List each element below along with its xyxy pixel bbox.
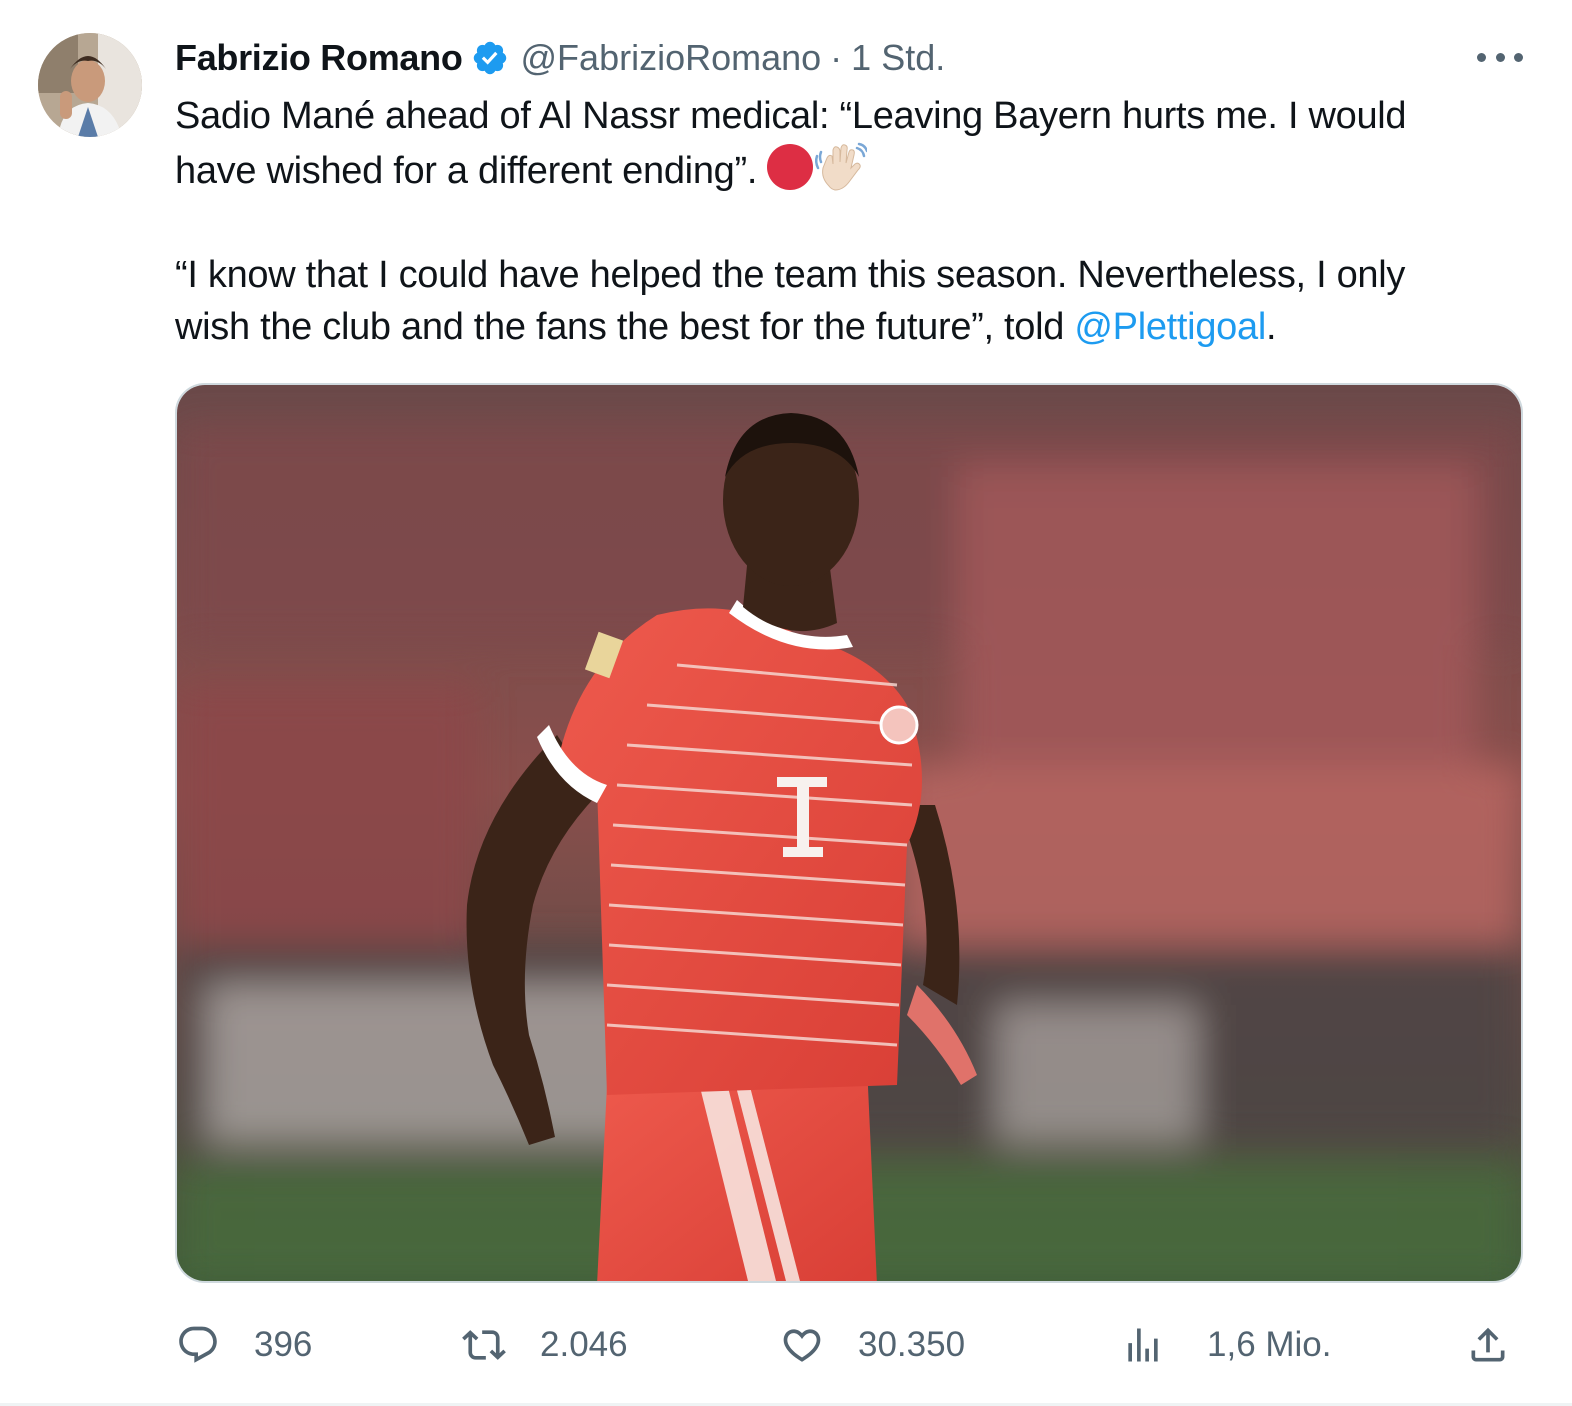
more-icon[interactable]	[1477, 40, 1523, 74]
tweet-line-4-end: .	[1265, 306, 1277, 348]
red-circle-emoji-icon	[767, 144, 814, 190]
retweet-count: 2.046	[540, 1325, 628, 1364]
tweet-card[interactable]: Fabrizio Romano @FabrizioRomano · 1 Std.…	[0, 0, 1572, 1406]
tweet-line-2: have wished for a different ending”.	[175, 142, 1535, 197]
tweet-text: Sadio Mané ahead of Al Nassr medical: “L…	[175, 90, 1535, 353]
tweet-line-4: wish the club and the fans the best for …	[175, 301, 1535, 353]
tweet-header: Fabrizio Romano @FabrizioRomano · 1 Std.	[175, 36, 945, 80]
player-photo	[177, 385, 1521, 1281]
waving-hand-emoji-icon	[815, 142, 868, 191]
like-count: 30.350	[858, 1325, 966, 1364]
mention-link[interactable]: @Plettigoal	[1074, 306, 1266, 348]
reply-icon	[179, 1326, 217, 1363]
tweet-photo[interactable]	[175, 383, 1523, 1283]
avatar-image	[38, 33, 142, 137]
retweet-icon	[462, 1330, 506, 1360]
like-button[interactable]: 30.350	[780, 1315, 965, 1375]
retweet-button[interactable]: 2.046	[462, 1315, 628, 1375]
tweet-timestamp[interactable]: 1 Std.	[851, 37, 945, 79]
more-dot	[1495, 52, 1505, 62]
tweet-line-3: “I know that I could have helped the tea…	[175, 254, 1406, 296]
author-handle[interactable]: @FabrizioRomano	[521, 37, 822, 79]
tweet-actions: 396 2.046 30.350 1,6 Mio.	[0, 1315, 1572, 1375]
more-dot	[1514, 52, 1523, 62]
author-avatar[interactable]	[38, 33, 142, 137]
share-button[interactable]	[1466, 1315, 1510, 1375]
more-dot	[1477, 52, 1486, 62]
views-button[interactable]: 1,6 Mio.	[1121, 1315, 1332, 1375]
reply-count: 396	[254, 1325, 313, 1364]
views-count: 1,6 Mio.	[1207, 1325, 1332, 1364]
verified-badge-icon	[473, 41, 506, 75]
tweet-line-2-text: have wished for a different ending”.	[175, 150, 758, 192]
reply-button[interactable]: 396	[176, 1315, 312, 1375]
views-icon	[1128, 1328, 1158, 1362]
like-icon	[783, 1329, 821, 1362]
tweet-line-1: Sadio Mané ahead of Al Nassr medical: “L…	[175, 95, 1407, 137]
separator-dot: ·	[830, 37, 843, 78]
share-icon	[1471, 1327, 1505, 1362]
author-name[interactable]: Fabrizio Romano	[175, 37, 463, 79]
tweet-line-4-text: wish the club and the fans the best for …	[175, 306, 1075, 348]
